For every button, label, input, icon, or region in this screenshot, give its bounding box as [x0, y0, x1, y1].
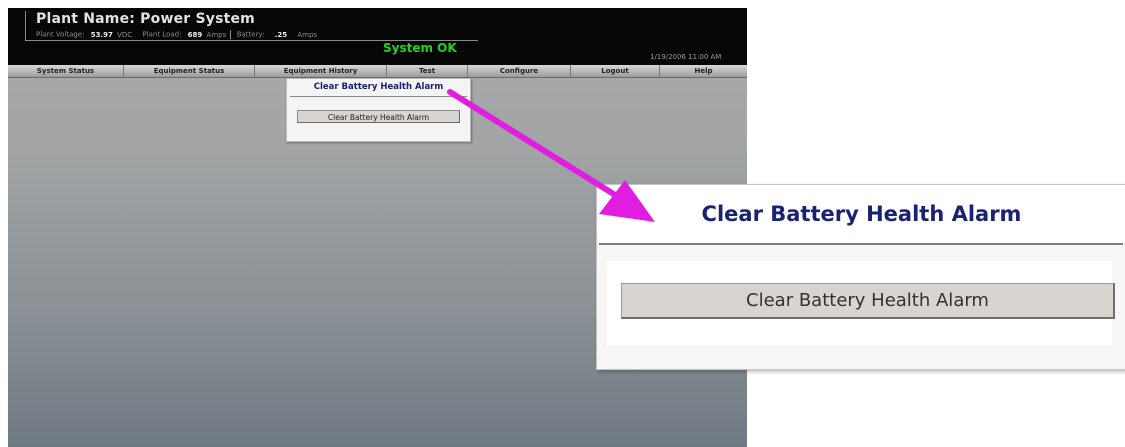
zoomed-button-panel: Clear Battery Health Alarm [607, 261, 1115, 345]
metric-battery-value: .25 [274, 30, 288, 39]
dropdown-title: Clear Battery Health Alarm [313, 82, 444, 92]
metric-load-label: Plant Load: [142, 30, 182, 39]
dropdown-divider [290, 96, 467, 97]
system-status-indicator: System OK [383, 41, 457, 55]
nav-test[interactable]: Test [387, 65, 468, 77]
metric-voltage-label: Plant Voltage: [36, 30, 85, 39]
test-dropdown-menu: Clear Battery Health Alarm Clear Battery… [286, 78, 471, 142]
metric-battery-label: Battery: [236, 30, 265, 39]
metric-battery-unit: Amps [297, 30, 318, 39]
metric-voltage-value: 53.97 [90, 30, 113, 39]
header: Plant Name: Power System Plant Voltage: … [8, 8, 747, 65]
nav-help[interactable]: Help [660, 65, 747, 77]
nav-system-status[interactable]: System Status [8, 65, 124, 77]
timestamp: 1/19/2006 11:00 AM [650, 53, 722, 61]
plant-metrics: Plant Voltage: 53.97 VDC Plant Load: 689… [36, 30, 325, 39]
nav-configure[interactable]: Configure [468, 65, 571, 77]
plant-name-value: Power System [140, 11, 255, 27]
zoomed-clear-battery-health-alarm-button[interactable]: Clear Battery Health Alarm [621, 283, 1115, 319]
nav-logout[interactable]: Logout [571, 65, 660, 77]
zoomed-divider [599, 243, 1123, 245]
title-bar: Plant Name: Power System Plant Voltage: … [25, 11, 478, 41]
zoomed-title: Clear Battery Health Alarm [597, 185, 1125, 243]
nav-equipment-status[interactable]: Equipment Status [124, 65, 255, 77]
metric-load-unit: Amps [206, 30, 227, 39]
main-navbar: System Status Equipment Status Equipment… [8, 65, 747, 78]
zoomed-callout: Clear Battery Health Alarm Clear Battery… [596, 184, 1125, 370]
metric-load-value: 689 [187, 30, 203, 39]
nav-equipment-history[interactable]: Equipment History [255, 65, 387, 77]
plant-name-title: Plant Name: Power System [36, 11, 255, 27]
clear-battery-health-alarm-button[interactable]: Clear Battery Health Alarm [297, 110, 460, 123]
metric-separator [230, 30, 232, 39]
metric-voltage-unit: VDC [117, 30, 133, 39]
plant-name-label: Plant Name: [36, 11, 136, 27]
